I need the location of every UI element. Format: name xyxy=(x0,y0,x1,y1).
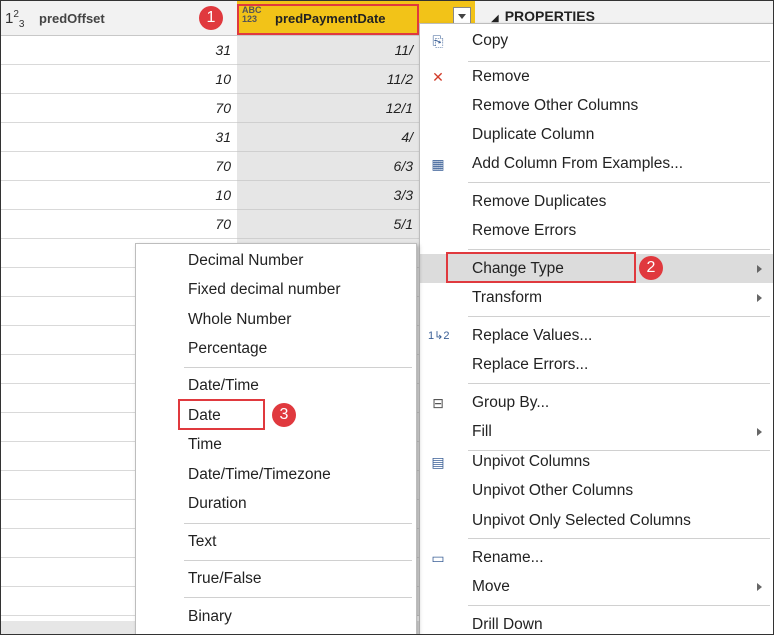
menu-item-unpivot-columns[interactable]: ▤ Unpivot Columns xyxy=(420,447,773,476)
power-query-editor: 123 predOffset ABC 123 predPaymentDate ◢… xyxy=(0,0,774,635)
table-cell[interactable]: 31 xyxy=(1,123,237,152)
table-cell[interactable]: 3/3 xyxy=(237,181,419,210)
submenu-item-date-time-timezone[interactable]: Date/Time/Timezone xyxy=(136,460,416,489)
menu-separator xyxy=(184,597,412,598)
submenu-arrow-icon xyxy=(757,265,762,273)
menu-separator xyxy=(468,383,770,384)
menu-item-copy[interactable]: ⎘ Copy xyxy=(420,26,773,55)
table-cell[interactable]: 6/3 xyxy=(237,152,419,181)
submenu-item-binary[interactable]: Binary xyxy=(136,602,416,631)
menu-item-unpivot-other-columns[interactable]: Unpivot Other Columns xyxy=(420,476,773,505)
menu-item-replace-errors[interactable]: Replace Errors... xyxy=(420,350,773,379)
submenu-arrow-icon xyxy=(757,294,762,302)
callout-box-change-type xyxy=(446,252,636,283)
menu-separator xyxy=(468,538,770,539)
properties-title[interactable]: ◢ PROPERTIES xyxy=(491,8,595,24)
submenu-item-date-time[interactable]: Date/Time xyxy=(136,371,416,400)
callout-badge-2: 2 xyxy=(639,256,663,280)
menu-separator xyxy=(184,523,412,524)
submenu-item-decimal-number[interactable]: Decimal Number xyxy=(136,246,416,275)
callout-box-column-header xyxy=(237,4,419,35)
submenu-arrow-icon xyxy=(757,428,762,436)
table-cell[interactable]: 70 xyxy=(1,94,237,123)
menu-item-group-by[interactable]: ⊟ Group By... xyxy=(420,388,773,417)
menu-item-rename[interactable]: ▭ Rename... xyxy=(420,543,773,572)
callout-box-date xyxy=(178,399,265,430)
submenu-item-whole-number[interactable]: Whole Number xyxy=(136,305,416,334)
menu-item-move[interactable]: Move xyxy=(420,572,773,601)
menu-separator xyxy=(468,605,770,606)
submenu-item-text[interactable]: Text xyxy=(136,527,416,556)
column-header-label: predOffset xyxy=(39,11,105,26)
table-cell[interactable]: 4/ xyxy=(237,123,419,152)
submenu-item-true-false[interactable]: True/False xyxy=(136,564,416,593)
table-cell[interactable]: 5/1 xyxy=(237,210,419,239)
menu-item-transform[interactable]: Transform xyxy=(420,283,773,312)
table-cell[interactable]: 31 xyxy=(1,36,237,65)
table-cell[interactable]: 12/1 xyxy=(237,94,419,123)
menu-item-duplicate-column[interactable]: Duplicate Column xyxy=(420,120,773,149)
table-cell[interactable]: 11/2 xyxy=(237,65,419,94)
menu-item-unpivot-only-selected-columns[interactable]: Unpivot Only Selected Columns xyxy=(420,506,773,535)
whole-number-type-icon[interactable]: 123 xyxy=(5,9,24,30)
replace-values-icon: 1↳2 xyxy=(428,330,450,342)
column-context-menu: ⎘ Copy ✕ Remove Remove Other Columns Dup… xyxy=(419,23,773,634)
table-cell[interactable]: 70 xyxy=(1,152,237,181)
submenu-item-percentage[interactable]: Percentage xyxy=(136,334,416,363)
remove-icon: ✕ xyxy=(432,69,444,85)
table-cell[interactable]: 70 xyxy=(1,210,237,239)
change-type-submenu: Decimal Number Fixed decimal number Whol… xyxy=(135,243,417,634)
submenu-item-fixed-decimal-number[interactable]: Fixed decimal number xyxy=(136,275,416,304)
menu-item-fill[interactable]: Fill xyxy=(420,417,773,446)
callout-badge-3: 3 xyxy=(272,403,296,427)
callout-badge-1: 1 xyxy=(199,6,223,30)
menu-separator xyxy=(184,367,412,368)
menu-item-replace-values[interactable]: 1↳2 Replace Values... xyxy=(420,321,773,350)
submenu-arrow-icon xyxy=(757,583,762,591)
menu-item-remove-errors[interactable]: Remove Errors xyxy=(420,216,773,245)
menu-item-remove-other-columns[interactable]: Remove Other Columns xyxy=(420,91,773,120)
menu-separator xyxy=(468,316,770,317)
table-cell[interactable]: 10 xyxy=(1,181,237,210)
submenu-item-time[interactable]: Time xyxy=(136,430,416,459)
rename-icon: ▭ xyxy=(431,550,445,566)
submenu-item-duration[interactable]: Duration xyxy=(136,489,416,518)
menu-separator xyxy=(468,182,770,183)
menu-item-add-column-from-examples[interactable]: ▦ Add Column From Examples... xyxy=(420,149,773,178)
unpivot-icon: ▤ xyxy=(431,454,445,470)
menu-separator xyxy=(184,560,412,561)
menu-item-remove[interactable]: ✕ Remove xyxy=(420,62,773,91)
group-by-icon: ⊟ xyxy=(432,395,444,411)
add-column-examples-icon: ▦ xyxy=(431,156,445,172)
table-cell[interactable]: 11/ xyxy=(237,36,419,65)
copy-icon: ⎘ xyxy=(432,33,444,49)
menu-separator xyxy=(468,249,770,250)
menu-item-remove-duplicates[interactable]: Remove Duplicates xyxy=(420,187,773,216)
menu-item-drill-down[interactable]: Drill Down xyxy=(420,610,773,634)
table-cell[interactable]: 10 xyxy=(1,65,237,94)
